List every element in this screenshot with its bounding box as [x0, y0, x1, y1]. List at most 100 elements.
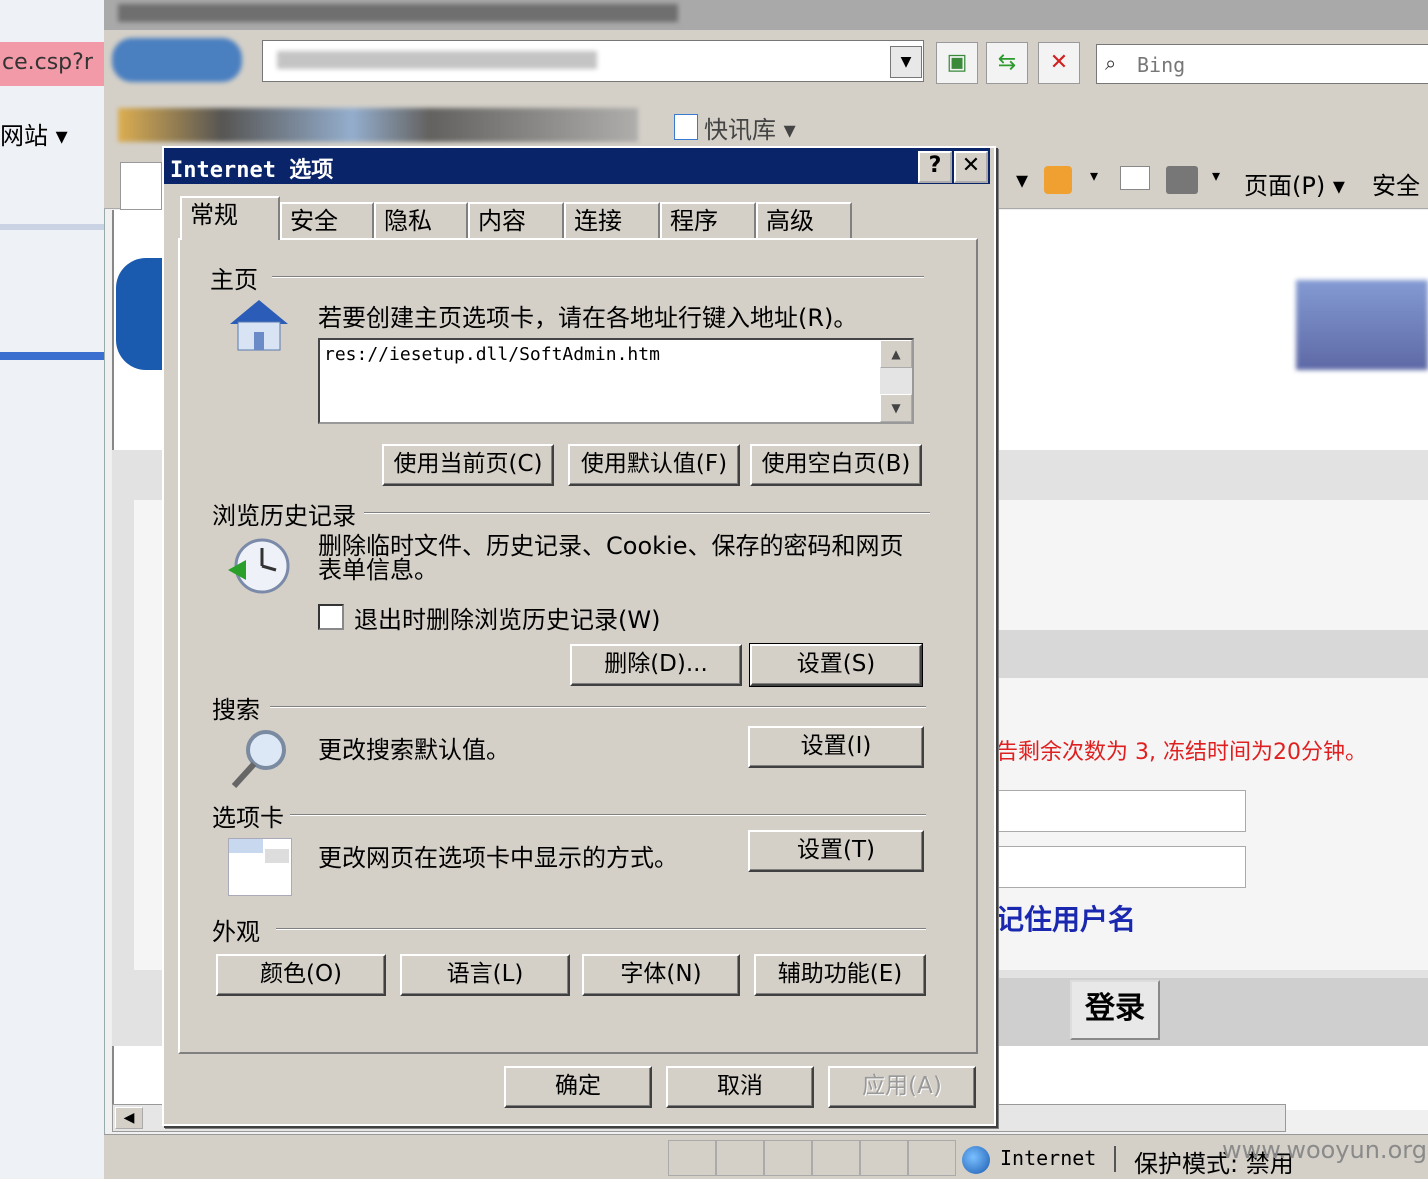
- zone-label: Internet: [1000, 1146, 1097, 1170]
- homepage-url-textarea[interactable]: res://iesetup.dll/SoftAdmin.htm: [318, 338, 914, 424]
- cmd-safety-menu[interactable]: 安全: [1372, 166, 1420, 201]
- kuaixun-link[interactable]: 快讯库 ▾: [704, 110, 796, 145]
- blurred-site-title: [1296, 280, 1428, 370]
- blurred-url: [277, 51, 597, 69]
- rss-icon[interactable]: [1044, 166, 1072, 194]
- blurred-title: [118, 4, 678, 22]
- tabs-icon: [228, 838, 292, 896]
- tab-privacy[interactable]: 隐私: [374, 202, 468, 238]
- tabs-settings-button[interactable]: 设置(T): [748, 830, 924, 872]
- watermark: www.wooyun.org: [1222, 1136, 1427, 1164]
- tab-security[interactable]: 安全: [280, 202, 374, 238]
- status-cell: [812, 1140, 860, 1176]
- homepage-group-label: 主页: [210, 266, 258, 294]
- status-divider: [1114, 1146, 1116, 1172]
- favorites-bar: 快讯库 ▾: [104, 100, 1428, 152]
- login-header-band: [994, 630, 1428, 678]
- kuaixun-icon: [674, 114, 698, 140]
- status-cell: [716, 1140, 764, 1176]
- password-field[interactable]: [996, 846, 1246, 888]
- site-logo: [116, 258, 164, 370]
- page-tab-icon[interactable]: [120, 162, 162, 210]
- rss-dropdown[interactable]: ▾: [1090, 166, 1098, 185]
- login-button[interactable]: 登录: [1070, 980, 1160, 1040]
- print-icon[interactable]: [1166, 166, 1198, 194]
- appearance-group-label: 外观: [212, 918, 260, 946]
- colors-button[interactable]: 颜色(O): [216, 954, 386, 996]
- tab-partial-label: ce.csp?r: [2, 50, 93, 75]
- cancel-button[interactable]: 取消: [666, 1066, 814, 1108]
- compat-view-icon[interactable]: ▣: [936, 42, 978, 84]
- cmd-home-dropdown[interactable]: ▾: [1016, 166, 1028, 194]
- print-dropdown[interactable]: ▾: [1212, 166, 1220, 185]
- magnifier-icon: [228, 724, 294, 790]
- delete-on-exit-checkbox[interactable]: [318, 604, 344, 630]
- textarea-scrollbar[interactable]: ▲ ▼: [880, 340, 912, 422]
- help-button[interactable]: ?: [918, 151, 952, 183]
- address-input[interactable]: [262, 40, 924, 82]
- accessibility-button[interactable]: 辅助功能(E): [754, 954, 926, 996]
- home-icon: [226, 296, 292, 354]
- left-blue-bar: [0, 352, 104, 360]
- status-cell: [860, 1140, 908, 1176]
- browser-titlebar: [104, 0, 1428, 30]
- languages-button[interactable]: 语言(L): [400, 954, 570, 996]
- dialog-titlebar[interactable]: Internet 选项: [164, 148, 990, 184]
- search-placeholder: Bing: [1137, 53, 1186, 77]
- close-button[interactable]: ✕: [954, 151, 988, 183]
- search-group-label: 搜索: [212, 696, 260, 724]
- group-divider: [272, 276, 924, 278]
- history-description: 删除临时文件、历史记录、Cookie、保存的密码和网页表单信息。: [318, 532, 904, 584]
- tabs-icon-tab: [229, 839, 263, 853]
- dialog-title: Internet 选项: [170, 158, 334, 183]
- group-divider: [290, 814, 926, 816]
- use-default-button[interactable]: 使用默认值(F): [568, 444, 740, 486]
- apply-button[interactable]: 应用(A): [828, 1066, 976, 1108]
- left-window-strip: [0, 0, 105, 1178]
- status-cell: [668, 1140, 716, 1176]
- history-settings-button[interactable]: 设置(S): [749, 643, 923, 687]
- group-divider: [364, 512, 930, 514]
- ok-button[interactable]: 确定: [504, 1066, 652, 1108]
- username-field[interactable]: [996, 790, 1246, 832]
- fonts-button[interactable]: 字体(N): [582, 954, 740, 996]
- tab-general[interactable]: 常规: [180, 196, 280, 240]
- tab-connections[interactable]: 连接: [564, 202, 660, 238]
- scroll-left-icon[interactable]: ◀: [115, 1107, 143, 1129]
- tabs-icon-tab: [265, 849, 289, 863]
- globe-icon: [962, 1146, 990, 1174]
- history-group-label: 浏览历史记录: [212, 502, 356, 530]
- search-input[interactable]: ⌕ Bing: [1096, 44, 1428, 84]
- remember-username-label[interactable]: 记住用户名: [996, 898, 1136, 938]
- delete-on-exit-label[interactable]: 退出时删除浏览历史记录(W): [354, 600, 660, 635]
- tab-advanced[interactable]: 高级: [756, 202, 852, 238]
- use-blank-button[interactable]: 使用空白页(B): [750, 444, 922, 486]
- warning-message: 告剩余次数为 3, 冻结时间为20分钟。: [996, 740, 1367, 765]
- fav-left-label[interactable]: 网站 ▾: [0, 116, 68, 151]
- stop-icon[interactable]: ✕: [1038, 42, 1080, 84]
- scroll-up-icon[interactable]: ▲: [880, 340, 912, 368]
- status-cell: [764, 1140, 812, 1176]
- group-divider: [270, 706, 926, 708]
- delete-history-button[interactable]: 删除(D)...: [570, 644, 742, 686]
- group-divider: [276, 928, 926, 930]
- tabs-description: 更改网页在选项卡中显示的方式。: [318, 844, 678, 872]
- search-settings-button[interactable]: 设置(I): [748, 726, 924, 768]
- search-description: 更改搜索默认值。: [318, 736, 510, 764]
- search-icon: ⌕: [1105, 51, 1117, 75]
- scroll-down-icon[interactable]: ▼: [880, 394, 912, 422]
- mail-icon[interactable]: [1120, 166, 1150, 190]
- left-divider: [0, 224, 104, 230]
- browser-tab-partial[interactable]: ce.csp?r: [0, 42, 104, 86]
- cmd-page-menu[interactable]: 页面(P) ▾: [1244, 166, 1345, 201]
- tabs-group-label: 选项卡: [212, 804, 284, 832]
- use-current-button[interactable]: 使用当前页(C): [382, 444, 554, 486]
- homepage-description: 若要创建主页选项卡，请在各地址行键入地址(R)。: [318, 304, 858, 332]
- tab-programs[interactable]: 程序: [660, 202, 756, 238]
- back-forward-icon[interactable]: [112, 38, 242, 82]
- blurred-favorites: [118, 108, 638, 142]
- tab-content[interactable]: 内容: [468, 202, 564, 238]
- login-button-band: [996, 978, 1428, 1046]
- refresh-icon[interactable]: ⇆: [986, 42, 1028, 84]
- address-dropdown[interactable]: ▼: [890, 46, 922, 78]
